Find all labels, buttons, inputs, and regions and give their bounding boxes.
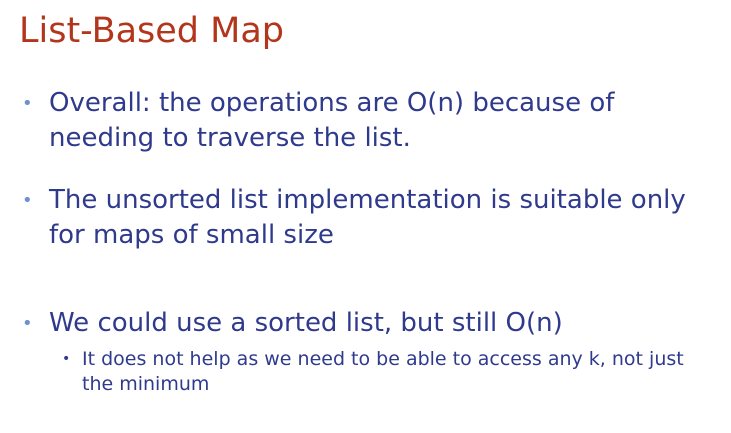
bullet-text: We could use a sorted list, but still O(… (49, 308, 563, 338)
sub-bullet-item: • It does not help as we need to be able… (62, 347, 712, 397)
bullet-dot-icon: • (22, 190, 33, 211)
slide: List-Based Map • Overall: the operations… (0, 0, 731, 433)
bullet-dot-icon: • (22, 93, 33, 114)
bullet-dot-icon: • (22, 313, 33, 334)
bullet-text: Overall: the operations are O(n) because… (49, 88, 615, 153)
bullet-text: The unsorted list implementation is suit… (49, 185, 686, 250)
sub-bullet-text: It does not help as we need to be able t… (82, 348, 684, 395)
slide-title: List-Based Map (19, 11, 284, 51)
bullet-item: • The unsorted list implementation is su… (22, 183, 712, 253)
bullet-item: • Overall: the operations are O(n) becau… (22, 86, 712, 156)
sub-bullet-dot-icon: • (62, 351, 71, 367)
bullet-item: • We could use a sorted list, but still … (22, 306, 712, 341)
